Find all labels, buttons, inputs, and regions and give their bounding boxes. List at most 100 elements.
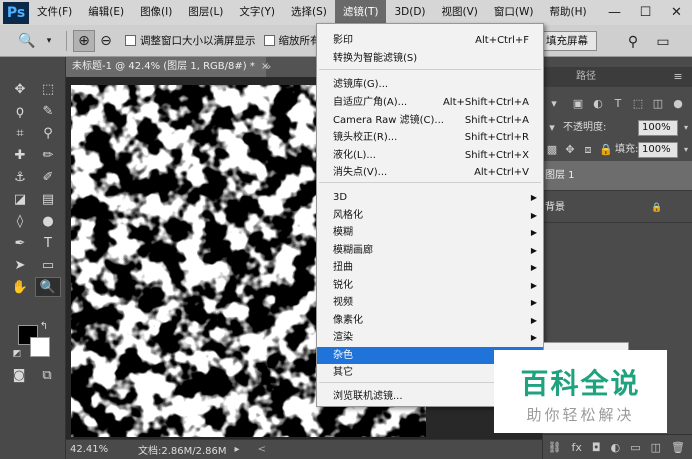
zoom-out-icon[interactable]: ⊖ <box>95 30 117 52</box>
eyedropper-tool-icon[interactable]: ⚲ <box>35 123 61 143</box>
menu-0[interactable]: 文件(F) <box>29 0 80 25</box>
layer-row[interactable]: 图层 1 <box>543 161 692 191</box>
status-menu-icon[interactable]: ▸ <box>235 444 240 455</box>
menu-9[interactable]: 窗口(W) <box>486 0 542 25</box>
checkbox-box[interactable] <box>263 35 275 46</box>
add-mask-icon[interactable]: ◘ <box>592 441 601 454</box>
panel-menu-icon[interactable]: ≡ <box>671 70 685 84</box>
filter-menu-item[interactable]: 渲染 ▶ <box>317 329 543 346</box>
workspace-icon[interactable]: ▭ <box>652 31 674 53</box>
scroll-left-icon[interactable]: < <box>258 444 266 455</box>
filter-menu-item[interactable]: 锐化 ▶ <box>317 277 543 294</box>
menu-2[interactable]: 图像(I) <box>132 0 180 25</box>
marquee-tool-icon[interactable]: ⬚ <box>35 79 61 99</box>
checkbox-box[interactable] <box>125 35 136 46</box>
hand-tool-icon[interactable]: ✋ <box>7 277 33 297</box>
filter-toggle-icon[interactable]: ● <box>671 97 685 111</box>
zoom-tool-icon[interactable]: 🔍 <box>16 30 38 52</box>
menu-8[interactable]: 视图(V) <box>434 0 486 25</box>
maximize-button[interactable]: ☐ <box>630 0 661 25</box>
rectangle-tool-icon[interactable]: ▭ <box>35 255 61 275</box>
quick-select-tool-icon[interactable]: ✎ <box>35 101 61 121</box>
lock-all-icon[interactable]: 🔒 <box>599 143 613 157</box>
crop-tool-icon[interactable]: ⌗ <box>7 123 33 143</box>
filter-menu-item[interactable]: 风格化 ▶ <box>317 207 543 224</box>
menu-4[interactable]: 文字(Y) <box>231 0 283 25</box>
close-button[interactable]: ✕ <box>661 0 692 25</box>
lock-position-icon[interactable]: ✥ <box>563 143 577 157</box>
filter-menu-item[interactable]: 模糊 ▶ <box>317 224 543 241</box>
dropdown-arrow-icon[interactable]: ▾ <box>38 30 60 52</box>
history-brush-icon[interactable]: ✐ <box>35 167 61 187</box>
document-tab[interactable]: 未标题-1 @ 42.4% (图层 1, RGB/8#) * × <box>66 57 269 77</box>
zoom-in-icon[interactable]: ⊕ <box>73 29 95 52</box>
link-layers-icon[interactable]: ⛓ <box>548 441 562 454</box>
brush-tool-icon[interactable]: ✏ <box>35 145 61 165</box>
filter-menu-item[interactable]: 视频 ▶ <box>317 294 543 311</box>
quick-mask-icon[interactable]: ◙ <box>6 365 32 385</box>
new-layer-icon[interactable]: ◫ <box>651 441 661 454</box>
menu-7[interactable]: 3D(D) <box>386 0 433 25</box>
lasso-tool-icon[interactable]: ϙ <box>7 101 33 121</box>
pixel-filter-icon[interactable]: ▣ <box>571 97 585 111</box>
move-tool-icon[interactable]: ✥ <box>7 79 33 99</box>
swap-colors-icon[interactable]: ↰ <box>36 319 52 333</box>
healing-brush-icon[interactable]: ✚ <box>7 145 33 165</box>
zoom-all-checkbox[interactable]: 缩放所有 <box>263 33 321 48</box>
filter-menu-item[interactable]: 镜头校正(R)... Shift+Ctrl+R <box>317 129 543 146</box>
gradient-tool-icon[interactable]: ▤ <box>35 189 61 209</box>
filter-menu-item[interactable]: 模糊画廊 ▶ <box>317 242 543 259</box>
resize-window-checkbox[interactable]: 调整窗口大小以满屏显示 <box>125 33 256 48</box>
tab-paths[interactable]: 路径 <box>561 67 611 87</box>
adjustment-filter-icon[interactable]: ◐ <box>591 97 605 111</box>
filter-menu-item[interactable]: 3D ▶ <box>317 189 543 206</box>
delete-layer-icon[interactable]: 🗑 <box>671 441 685 454</box>
fx-icon[interactable]: fx <box>572 441 582 454</box>
blur-tool-icon[interactable]: ◊ <box>7 211 33 231</box>
filter-menu-item[interactable]: 转换为智能滤镜(S) <box>317 50 543 67</box>
fill-screen-button[interactable]: 填充屏幕 <box>537 31 597 51</box>
zoom-level[interactable]: 42.41% <box>66 444 136 455</box>
adjustment-layer-icon[interactable]: ◐ <box>611 441 621 454</box>
dodge-tool-icon[interactable]: ● <box>35 211 61 231</box>
menu-3[interactable]: 图层(L) <box>180 0 231 25</box>
shape-filter-icon[interactable]: ⬚ <box>631 97 645 111</box>
type-tool-icon[interactable]: T <box>35 233 61 253</box>
dropdown-arrow-icon[interactable]: ▾ <box>547 97 561 111</box>
default-colors-icon[interactable]: ◩ <box>10 347 24 361</box>
filter-menu-item[interactable]: 消失点(V)... Alt+Ctrl+V <box>317 164 543 181</box>
opacity-input[interactable]: 100% <box>638 120 678 136</box>
lock-artboard-icon[interactable]: ⧈ <box>581 143 595 157</box>
tab-scroll-icon[interactable]: » <box>260 57 276 77</box>
filter-menu-item[interactable]: 影印 Alt+Ctrl+F <box>317 32 543 49</box>
search-icon[interactable]: ⚲ <box>622 31 644 53</box>
clone-stamp-icon[interactable]: ⚓ <box>7 167 33 187</box>
menu-10[interactable]: 帮助(H) <box>542 0 595 25</box>
filter-menu-item[interactable]: 液化(L)... Shift+Ctrl+X <box>317 147 543 164</box>
filter-menu-item[interactable]: 像素化 ▶ <box>317 312 543 329</box>
type-filter-icon[interactable]: T <box>611 97 625 111</box>
filter-menu-item[interactable]: 自适应广角(A)... Alt+Shift+Ctrl+A <box>317 94 543 111</box>
filter-menu-item[interactable]: 滤镜库(G)... <box>317 76 543 93</box>
blend-mode-arrow-icon[interactable]: ▾ <box>545 121 559 135</box>
menu-1[interactable]: 编辑(E) <box>80 0 132 25</box>
layer-row[interactable]: 背景 🔒 <box>543 193 692 223</box>
fill-input[interactable]: 100% <box>638 142 678 158</box>
menu-5[interactable]: 选择(S) <box>283 0 335 25</box>
menu-6[interactable]: 滤镜(T) <box>334 0 387 25</box>
zoom-tool-icon[interactable]: 🔍 <box>35 277 61 297</box>
eraser-tool-icon[interactable]: ◪ <box>7 189 33 209</box>
new-group-icon[interactable]: ▭ <box>630 441 640 454</box>
pen-tool-icon[interactable]: ✒ <box>7 233 33 253</box>
smart-object-filter-icon[interactable]: ◫ <box>651 97 665 111</box>
fill-arrow-icon[interactable]: ▾ <box>679 143 692 157</box>
filter-menu-item[interactable]: Camera Raw 滤镜(C)... Shift+Ctrl+A <box>317 112 543 129</box>
minimize-button[interactable]: — <box>599 0 630 25</box>
path-select-tool-icon[interactable]: ➤ <box>7 255 33 275</box>
opacity-arrow-icon[interactable]: ▾ <box>679 121 692 135</box>
filter-menu-item[interactable]: 扭曲 ▶ <box>317 259 543 276</box>
screen-mode-icon[interactable]: ⧉ <box>34 365 60 385</box>
background-color-swatch[interactable] <box>30 337 50 357</box>
submenu-arrow-icon: ▶ <box>530 228 537 237</box>
lock-pixels-icon[interactable]: ▩ <box>545 143 559 157</box>
